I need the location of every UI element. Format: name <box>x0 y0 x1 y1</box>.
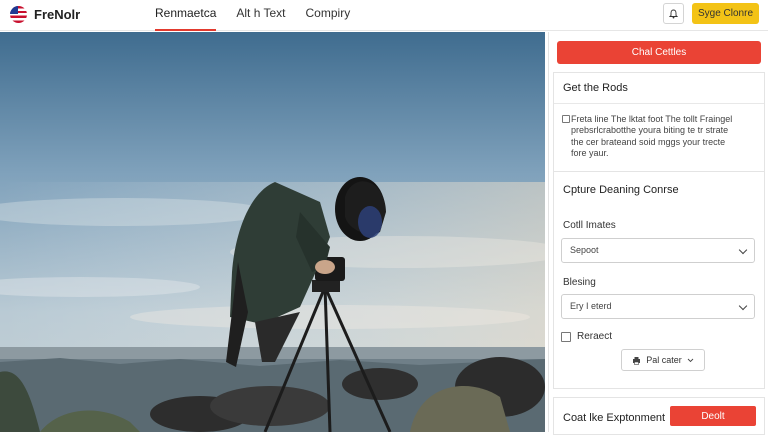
nav-item-1[interactable]: Renmaetca <box>155 0 217 31</box>
bottom-label: Coat lke Exptonment <box>563 412 666 424</box>
printer-icon <box>633 356 641 365</box>
bottom-action-button[interactable]: Deolt <box>670 406 756 426</box>
field2-select[interactable]: Ery I eterd <box>561 294 755 319</box>
chevron-down-icon <box>738 301 748 311</box>
field1-select[interactable]: Sepoot <box>561 238 755 263</box>
logo[interactable]: FreNolr <box>10 6 80 23</box>
hero-image <box>0 32 545 432</box>
notification-button[interactable] <box>663 3 684 24</box>
field1-label: Cotll Imates <box>563 220 616 231</box>
logo-text: FreNolr <box>34 7 81 22</box>
field2-value: Ery I eterd <box>570 301 612 311</box>
description-checkbox[interactable] <box>562 115 570 123</box>
filter-label: Pal cater <box>646 355 682 365</box>
bell-icon <box>669 9 678 18</box>
card-title-deaning: Cpture Deaning Conrse <box>563 184 679 196</box>
card-title-rods: Get the Rods <box>563 82 628 94</box>
signup-button[interactable]: Syge Clonre <box>692 3 759 24</box>
chevron-down-icon <box>687 358 694 362</box>
top-bar: FreNolr Renmaetca Alt h Text Compiry Syg… <box>0 0 768 31</box>
main-nav: Renmaetca Alt h Text Compiry <box>155 0 370 31</box>
chevron-down-icon <box>738 245 748 255</box>
sidebar-panel: Chal Cettles Get the Rods Freta line The… <box>548 32 768 435</box>
nav-item-2[interactable]: Alt h Text <box>236 0 285 31</box>
field2-label: Blesing <box>563 277 596 288</box>
nav-item-3[interactable]: Compiry <box>306 0 351 31</box>
primary-action-button[interactable]: Chal Cettles <box>557 41 761 64</box>
checkbox-label: Reraect <box>577 331 613 342</box>
description-text: Freta line The lktat foot The tollt Frai… <box>571 114 733 159</box>
reraect-checkbox[interactable] <box>561 332 571 342</box>
hero-photo <box>0 32 545 432</box>
field1-value: Sepoot <box>570 245 599 255</box>
filter-dropdown-button[interactable]: Pal cater <box>621 349 705 371</box>
flag-logo-icon <box>10 6 27 23</box>
divider <box>554 103 764 104</box>
